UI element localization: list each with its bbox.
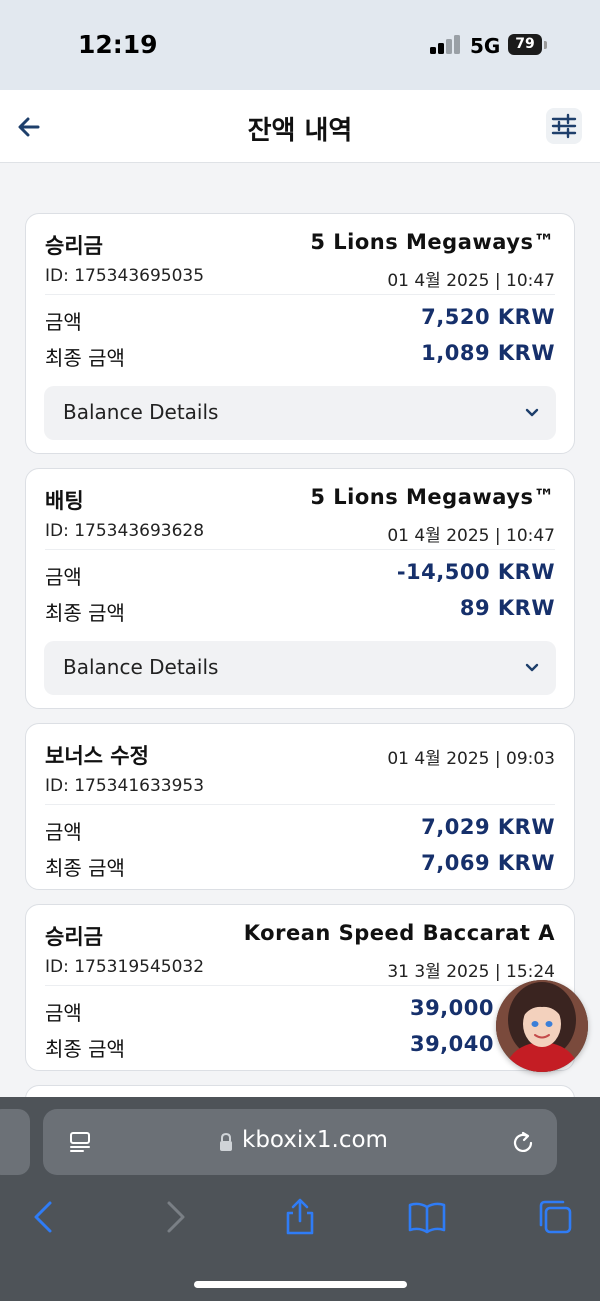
battery-tip bbox=[544, 41, 547, 49]
final-amount-value: 7,069 KRW bbox=[421, 851, 555, 875]
amount-label: 금액 bbox=[45, 565, 82, 589]
final-amount-label: 최종 금액 bbox=[45, 346, 125, 370]
balance-details-toggle[interactable]: Balance Details bbox=[44, 641, 556, 695]
divider bbox=[45, 985, 555, 986]
transaction-datetime: 01 4월 2025 | 10:47 bbox=[387, 526, 555, 546]
battery-icon: 79 bbox=[508, 34, 542, 55]
lock-icon bbox=[220, 1132, 232, 1151]
amount-value: 39,000 bbox=[409, 996, 494, 1020]
bookmarks-icon[interactable] bbox=[407, 1197, 447, 1237]
transaction-type: 보너스 수정 bbox=[45, 744, 149, 768]
browser-back-icon[interactable] bbox=[24, 1197, 64, 1237]
final-amount-label: 최종 금액 bbox=[45, 1037, 125, 1061]
transaction-id: ID: 175319545032 bbox=[45, 957, 205, 977]
final-amount-label: 최종 금액 bbox=[45, 856, 125, 880]
game-name: 5 Lions Megaways™ bbox=[310, 230, 555, 254]
transaction-type: 승리금 bbox=[45, 925, 103, 949]
divider bbox=[45, 549, 555, 550]
game-name: 5 Lions Megaways™ bbox=[310, 485, 555, 509]
filter-sliders-icon bbox=[551, 113, 577, 139]
filter-button[interactable] bbox=[546, 108, 582, 144]
balance-details-label: Balance Details bbox=[63, 655, 219, 679]
amount-value: 7,029 KRW bbox=[421, 815, 555, 839]
reader-icon[interactable] bbox=[67, 1129, 93, 1155]
status-time: 12:19 bbox=[78, 30, 158, 59]
transaction-list[interactable]: 승리금 5 Lions Megaways™ ID: 175343695035 0… bbox=[0, 163, 600, 1098]
reload-icon[interactable] bbox=[509, 1129, 537, 1157]
balance-details-label: Balance Details bbox=[63, 400, 219, 424]
avatar-icon bbox=[496, 980, 588, 1072]
transaction-card: 승리금 5 Lions Megaways™ ID: 175343695035 0… bbox=[25, 213, 575, 454]
amount-label: 금액 bbox=[45, 1001, 82, 1025]
browser-toolbar: kboxix1.com bbox=[0, 1097, 600, 1301]
status-bar: 12:19 5G 79 bbox=[0, 0, 600, 90]
final-amount-value: 1,089 KRW bbox=[421, 341, 555, 365]
home-indicator bbox=[194, 1281, 407, 1288]
chevron-down-icon bbox=[525, 408, 539, 417]
final-amount-value: 89 KRW bbox=[459, 596, 555, 620]
amount-label: 금액 bbox=[45, 820, 82, 844]
chevron-down-icon bbox=[525, 663, 539, 672]
amount-value: -14,500 KRW bbox=[396, 560, 555, 584]
tabs-icon[interactable] bbox=[535, 1197, 575, 1237]
app-header: 잔액 내역 bbox=[0, 90, 600, 163]
transaction-id: ID: 175343693628 bbox=[45, 521, 205, 541]
amount-value: 7,520 KRW bbox=[421, 305, 555, 329]
previous-tab-preview[interactable] bbox=[0, 1109, 30, 1175]
transaction-datetime: 01 4월 2025 | 10:47 bbox=[387, 271, 555, 291]
network-label: 5G bbox=[470, 34, 501, 58]
transaction-datetime: 31 3월 2025 | 15:24 bbox=[387, 962, 555, 982]
share-icon[interactable] bbox=[280, 1197, 320, 1237]
final-amount-label: 최종 금액 bbox=[45, 601, 125, 625]
final-amount-value: 39,040 bbox=[409, 1032, 494, 1056]
transaction-card: 승리금 Korean Speed Baccarat A ID: 17531954… bbox=[25, 904, 575, 1071]
transaction-type: 배팅 bbox=[45, 489, 84, 513]
url-text[interactable]: kboxix1.com bbox=[242, 1127, 388, 1153]
amount-label: 금액 bbox=[45, 310, 82, 334]
balance-details-toggle[interactable]: Balance Details bbox=[44, 386, 556, 440]
divider bbox=[45, 804, 555, 805]
address-bar[interactable]: kboxix1.com bbox=[43, 1109, 557, 1175]
browser-forward-icon[interactable] bbox=[155, 1197, 195, 1237]
transaction-id: ID: 175341633953 bbox=[45, 776, 205, 796]
page-title: 잔액 내역 bbox=[247, 116, 353, 146]
support-avatar-button[interactable] bbox=[496, 980, 588, 1072]
transaction-id: ID: 175343695035 bbox=[45, 266, 205, 286]
transaction-type: 승리금 bbox=[45, 234, 103, 258]
game-name: Korean Speed Baccarat A bbox=[243, 921, 555, 945]
transaction-card: 보너스 수정 01 4월 2025 | 09:03 ID: 1753416339… bbox=[25, 723, 575, 890]
divider bbox=[45, 294, 555, 295]
transaction-card: 배팅 5 Lions Megaways™ ID: 175343693628 01… bbox=[25, 468, 575, 709]
transaction-datetime: 01 4월 2025 | 09:03 bbox=[387, 749, 555, 769]
signal-icon bbox=[430, 35, 462, 54]
